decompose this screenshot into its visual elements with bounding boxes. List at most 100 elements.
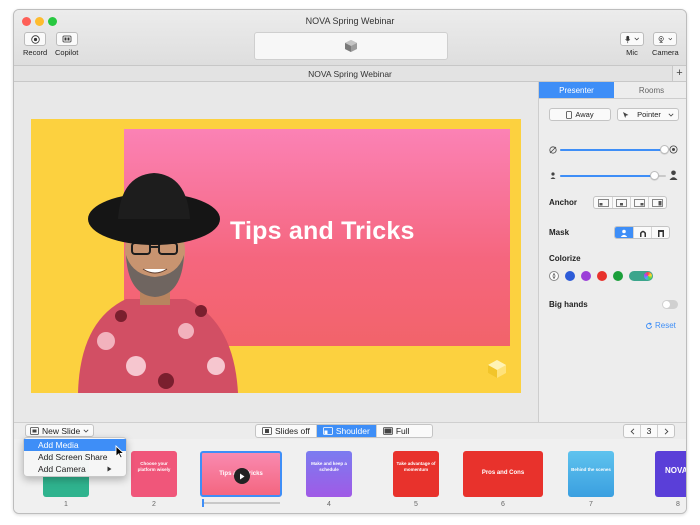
pointer-label: Pointer — [637, 110, 661, 119]
webcam-icon — [658, 35, 664, 43]
mask-arch-option[interactable] — [633, 227, 651, 238]
copilot-icon — [62, 35, 72, 43]
slide-thumbnail-current[interactable]: Tips and Tricks — [200, 451, 282, 497]
layout-mode-selector[interactable]: Slides off Shoulder Full — [255, 424, 433, 438]
slide-thumbnail[interactable]: Make and keep a schedule — [306, 451, 352, 497]
opacity-slider-knob[interactable] — [659, 145, 669, 154]
slide-number: 2 — [152, 501, 156, 508]
mask-frame-option[interactable] — [651, 227, 669, 238]
current-slide[interactable]: Tips and Tricks — [31, 119, 521, 393]
record-button[interactable]: Record — [23, 32, 47, 57]
colorize-custom-swatch[interactable] — [629, 271, 653, 281]
playhead[interactable] — [202, 499, 204, 507]
colorize-purple-swatch[interactable] — [581, 271, 591, 281]
reset-button[interactable]: Reset — [645, 321, 676, 330]
chevron-right-icon — [664, 427, 668, 435]
next-slide-button[interactable] — [658, 425, 674, 437]
slide-number: 6 — [501, 501, 505, 508]
new-slide-button[interactable]: New Slide — [25, 424, 95, 437]
window-title: NOVA Spring Webinar — [305, 16, 395, 26]
opacity-low-icon — [549, 146, 557, 154]
menu-item-add-camera[interactable]: Add Camera — [24, 463, 126, 475]
colorize-none-swatch[interactable] — [549, 271, 559, 281]
record-icon — [30, 34, 40, 44]
menu-item-add-screen-share[interactable]: Add Screen Share — [24, 451, 126, 463]
copilot-button[interactable]: Copilot — [55, 32, 78, 57]
anchor-bottom-left-option[interactable] — [594, 197, 612, 208]
document-tab-bar: NOVA Spring Webinar + — [14, 66, 686, 82]
mode-slides-off[interactable]: Slides off — [256, 425, 316, 437]
mode-full[interactable]: Full — [375, 425, 432, 437]
reset-label: Reset — [655, 321, 676, 330]
opacity-slider[interactable] — [560, 145, 669, 154]
mask-person-option[interactable] — [615, 227, 633, 238]
play-button[interactable] — [234, 468, 250, 484]
anchor-label: Anchor — [549, 198, 577, 207]
anchor-bottom-right-option[interactable] — [630, 197, 648, 208]
colorize-green-swatch[interactable] — [613, 271, 623, 281]
slide-thumbnail[interactable]: Take advantage of momentum — [393, 451, 439, 497]
tab-rooms[interactable]: Rooms — [614, 82, 686, 98]
anchor-selector[interactable] — [593, 196, 667, 209]
anchor-right-option[interactable] — [648, 197, 666, 208]
tab-presenter[interactable]: Presenter — [539, 82, 614, 98]
mode-shoulder-label: Shoulder — [335, 426, 370, 436]
app-window: NOVA Spring Webinar Record Copilot Mic C… — [13, 9, 687, 514]
anchor-right-icon — [652, 198, 663, 207]
away-icon — [566, 110, 573, 119]
slide-number: 8 — [676, 501, 680, 508]
no-color-icon — [552, 272, 556, 280]
full-icon — [382, 427, 393, 435]
anchor-bottom-center-option[interactable] — [612, 197, 630, 208]
anchor-bottom-right-icon — [634, 198, 645, 207]
chevron-down-icon — [83, 429, 89, 433]
slide-thumbnail-title: Pros and Cons — [481, 470, 525, 476]
anchor-bottom-left-icon — [597, 198, 609, 207]
mouse-cursor-icon — [115, 445, 125, 459]
slide-thumbnail-title: Choose your platform wisely — [137, 461, 171, 472]
chevron-left-icon — [630, 427, 634, 435]
mode-shoulder[interactable]: Shoulder — [315, 425, 376, 437]
slide-thumbnail-title: Behind the scenes — [571, 467, 611, 472]
menu-item-label: Add Screen Share — [38, 452, 108, 462]
new-slide-menu: Add Media Add Screen Share Add Camera — [23, 437, 127, 477]
playback-progress[interactable] — [202, 499, 280, 507]
slide-thumbnail[interactable]: Pros and Cons — [463, 451, 543, 497]
chevron-down-icon — [668, 113, 674, 117]
slide-thumbnail[interactable]: NOVA — [655, 451, 687, 497]
presenter-video[interactable] — [66, 171, 242, 393]
color-wheel-icon — [644, 272, 652, 280]
mask-selector[interactable] — [614, 226, 670, 239]
slide-thumbnail[interactable]: Choose your platform wisely — [131, 451, 177, 497]
colorize-red-swatch[interactable] — [597, 271, 607, 281]
arch-mask-icon — [639, 230, 646, 237]
away-button[interactable]: Away — [549, 108, 611, 121]
microphone-icon — [625, 35, 631, 43]
previous-slide-button[interactable] — [624, 425, 640, 437]
size-slider-knob[interactable] — [649, 171, 659, 180]
scene-preview[interactable] — [254, 32, 448, 60]
slide-thumbnail[interactable]: Behind the scenes — [568, 451, 614, 497]
camera-label: Camera — [652, 48, 679, 57]
opacity-high-icon — [669, 145, 678, 154]
big-hands-toggle[interactable] — [662, 300, 678, 309]
menu-item-add-media[interactable]: Add Media — [24, 439, 126, 451]
menu-item-label: Add Media — [38, 440, 79, 450]
mic-label: Mic — [626, 48, 638, 57]
slide-thumbnail-title: Make and keep a schedule — [311, 461, 347, 472]
mic-button[interactable]: Mic — [620, 32, 644, 57]
toggle-knob — [663, 301, 670, 308]
add-tab-button[interactable]: + — [672, 66, 686, 81]
camera-button[interactable]: Camera — [652, 32, 679, 57]
chevron-down-icon — [668, 37, 672, 41]
pointer-select[interactable]: Pointer — [617, 108, 679, 121]
document-title: NOVA Spring Webinar — [308, 69, 392, 79]
colorize-blue-swatch[interactable] — [565, 271, 575, 281]
new-slide-label: New Slide — [42, 425, 81, 436]
mode-slides-off-label: Slides off — [275, 426, 310, 436]
mask-label: Mask — [549, 228, 570, 237]
slide-thumbnail-title: NOVA — [665, 466, 687, 475]
reset-icon — [646, 321, 652, 329]
mode-full-label: Full — [395, 426, 410, 436]
presenter-size-slider[interactable] — [560, 171, 666, 180]
